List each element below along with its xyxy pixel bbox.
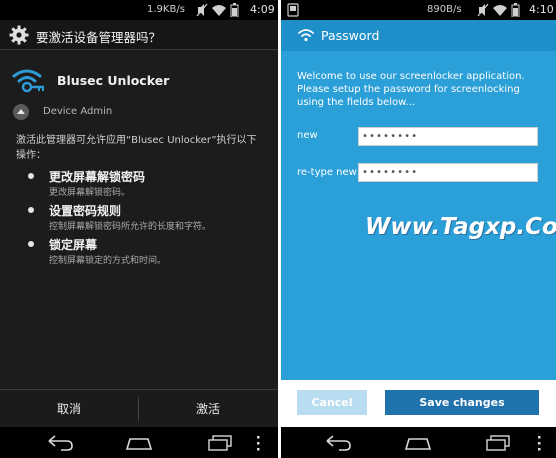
menu-icon[interactable] [252, 433, 264, 453]
home-icon[interactable] [403, 433, 433, 453]
battery-icon [230, 3, 239, 17]
permission-title: 锁定屏幕 [49, 238, 98, 252]
home-icon[interactable] [124, 433, 154, 453]
cancel-button[interactable]: 取消 [0, 390, 138, 428]
status-bar: 890B/s 4:10 [281, 0, 556, 20]
status-icons [196, 3, 239, 17]
new-password-field[interactable]: •••••••• [358, 127, 538, 146]
recents-icon[interactable] [483, 433, 513, 453]
cancel-button[interactable]: Cancel [297, 390, 367, 415]
dialog-button-bar: 取消 激活 [0, 389, 278, 427]
retype-password-field[interactable]: •••••••• [358, 163, 538, 182]
network-speed: 1.9KB/s [147, 4, 185, 15]
battery-icon [511, 3, 520, 17]
status-icons [477, 3, 520, 17]
status-bar: 1.9KB/s 4:09 [0, 0, 278, 20]
page-title: Password [321, 28, 380, 43]
retype-password-label: re-type new [297, 167, 357, 178]
bullet [28, 241, 34, 247]
left-phone-screen: 1.9KB/s 4:09 要激活设备管理器吗？ Blusec Unlocker … [0, 0, 278, 458]
wifi-key-icon [12, 69, 44, 93]
permission-desc: 更改屏幕解锁密码。 [49, 188, 131, 198]
back-icon[interactable] [45, 433, 75, 453]
clock: 4:10 [529, 3, 554, 16]
recents-icon[interactable] [205, 433, 235, 453]
mute-icon [477, 3, 489, 17]
mute-icon [196, 3, 208, 17]
permission-desc: 控制屏幕解锁密码所允许的长度和字符。 [49, 222, 212, 232]
bullet [28, 207, 34, 213]
wifi-signal-icon [212, 5, 226, 16]
right-phone-screen: 890B/s 4:10 Password Welcome to use our … [281, 0, 556, 458]
dialog-title: 要激活设备管理器吗？ [36, 30, 162, 45]
dialog-header: 要激活设备管理器吗？ [0, 20, 278, 50]
back-icon[interactable] [323, 433, 353, 453]
permission-title: 设置密码规则 [49, 204, 122, 218]
bullet [28, 173, 34, 179]
app-info: Blusec Unlocker [12, 66, 272, 94]
menu-icon[interactable] [533, 433, 545, 453]
watermark: Www.Tagxp.Com [365, 214, 556, 240]
activate-button[interactable]: 激活 [139, 390, 277, 428]
network-speed: 890B/s [427, 4, 462, 15]
permission-desc: 控制屏幕锁定的方式和时间。 [49, 256, 167, 266]
app-name: Blusec Unlocker [57, 73, 170, 88]
expand-up-icon[interactable] [12, 103, 30, 121]
app-header: Password [281, 20, 556, 51]
gear-icon [9, 25, 29, 45]
welcome-text: Welcome to use our screenlocker applicat… [297, 71, 525, 108]
device-admin-row[interactable]: Device Admin [12, 102, 272, 122]
permission-title: 更改屏幕解锁密码 [49, 170, 146, 184]
new-password-label: new [297, 130, 318, 141]
activation-description: 激活此管理器可允许应用“Blusec Unlocker”执行以下操作： [16, 135, 257, 161]
navigation-bar [281, 427, 556, 458]
notification-icon [6, 3, 18, 17]
navigation-bar [0, 427, 278, 458]
device-admin-label: Device Admin [43, 106, 113, 117]
action-panel: Cancel Save changes [281, 380, 556, 427]
clock: 4:09 [250, 3, 275, 16]
notification-icon [287, 3, 299, 17]
save-changes-button[interactable]: Save changes [385, 390, 539, 415]
wifi-signal-icon [493, 5, 507, 16]
wifi-icon [298, 29, 314, 42]
